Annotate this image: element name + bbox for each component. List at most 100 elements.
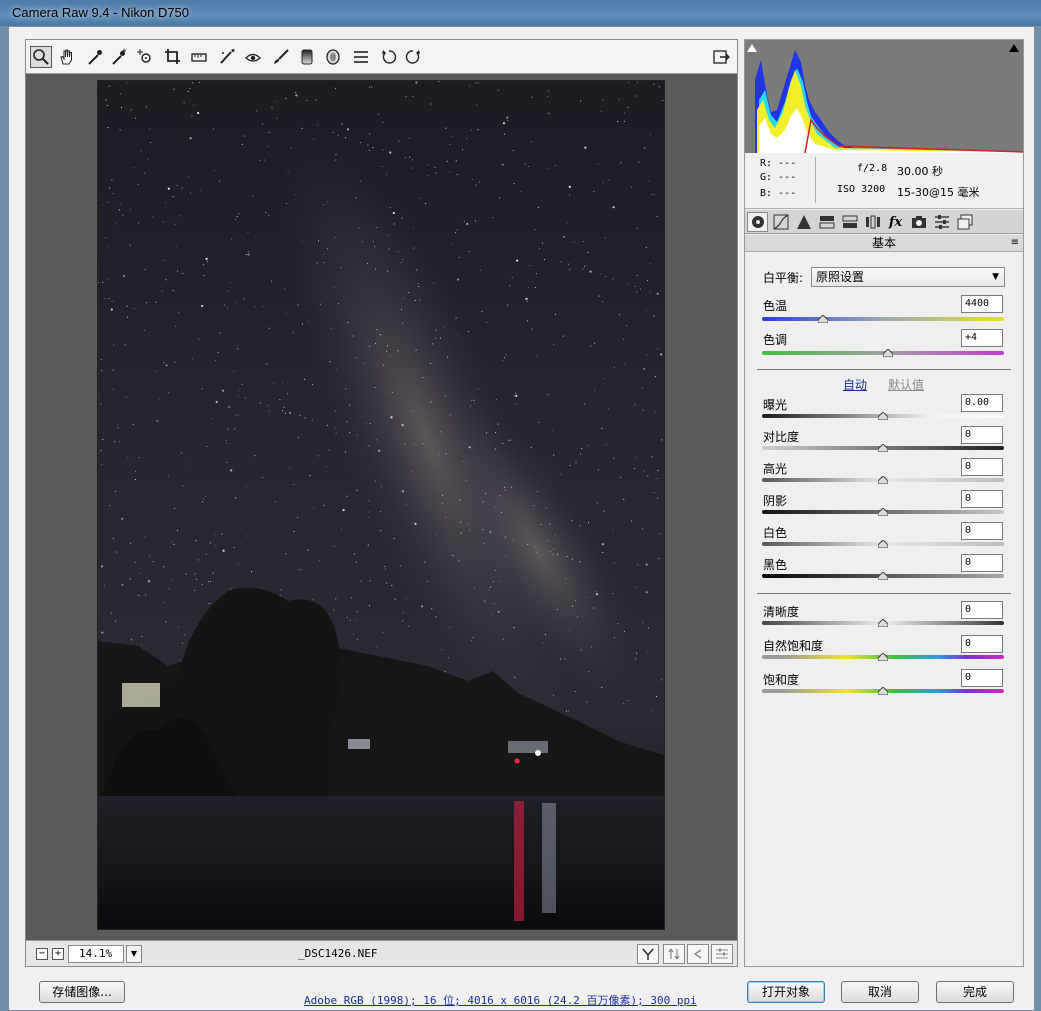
snapshots-icon[interactable] [954, 212, 975, 232]
rotate-cw-icon[interactable] [402, 46, 424, 68]
camera-calibration-icon[interactable] [908, 212, 929, 232]
open-fullscreen-icon[interactable] [710, 46, 732, 68]
white-balance-tool-icon[interactable] [84, 46, 106, 68]
zoom-dropdown[interactable]: ▼ [126, 945, 142, 963]
workflow-options-link[interactable]: Adobe RGB (1998); 16 位; 4016 x 6016 (24.… [304, 992, 697, 1008]
window-title: Camera Raw 9.4 - Nikon D750 [12, 5, 190, 20]
toggle-settings-icon[interactable] [711, 944, 733, 964]
slider-label: 饱和度 [763, 673, 800, 687]
hand-tool-icon[interactable] [56, 46, 78, 68]
save-image-button[interactable]: 存储图像... [39, 981, 125, 1003]
effects-icon[interactable]: fx [885, 212, 906, 232]
detail-icon[interactable] [793, 212, 814, 232]
radial-filter-icon[interactable] [322, 46, 344, 68]
slider-value-field[interactable]: 0 [961, 635, 1003, 653]
histogram [745, 40, 1024, 154]
slider-thumb[interactable] [878, 444, 888, 452]
rotate-ccw-icon[interactable] [378, 46, 400, 68]
chevron-down-icon: ▼ [992, 272, 999, 282]
hsl-icon[interactable] [816, 212, 837, 232]
preferences-icon[interactable] [350, 46, 372, 68]
cancel-button[interactable]: 取消 [841, 981, 919, 1003]
panel-menu-icon[interactable]: ≡ [1011, 235, 1019, 251]
white-balance-value: 原照设置 [816, 270, 865, 284]
file-name: _DSC1426.NEF [298, 947, 378, 960]
color-sampler-tool-icon[interactable] [108, 46, 130, 68]
temperature-slider-track[interactable] [762, 317, 1004, 321]
tint-slider-thumb[interactable] [882, 349, 893, 357]
zoom-level-field[interactable]: 14.1% [68, 945, 124, 963]
slider-value-field[interactable]: 0 [961, 426, 1003, 444]
iso: ISO 3200 [837, 184, 886, 195]
slider-label: 自然饱和度 [763, 639, 824, 653]
slider-thumb[interactable] [878, 412, 888, 420]
camera-raw-window: − + 14.1% ▼ _DSC1426.NEF R: --- G: --- B… [8, 26, 1035, 1011]
camera-info: R: --- G: --- B: --- f/2.8 30.00 秒 ISO 3… [745, 153, 1023, 209]
adjustments-pane: R: --- G: --- B: --- f/2.8 30.00 秒 ISO 3… [744, 39, 1024, 967]
default-link[interactable]: 默认值 [888, 376, 924, 393]
slider-thumb[interactable] [878, 653, 888, 661]
crop-tool-icon[interactable] [162, 46, 184, 68]
toolbar [26, 40, 737, 74]
slider-thumb[interactable] [878, 687, 888, 695]
slider-value-field[interactable]: 0 [961, 554, 1003, 572]
spot-removal-tool-icon[interactable] [216, 46, 238, 68]
milky-way-photo [97, 80, 665, 930]
slider-thumb[interactable] [878, 572, 888, 580]
presets-icon[interactable] [931, 212, 952, 232]
blue-readout: B: --- [760, 188, 797, 199]
divider [757, 369, 1011, 370]
basic-icon[interactable] [747, 212, 768, 232]
aperture: f/2.8 [857, 163, 888, 174]
adjustment-brush-icon[interactable] [270, 46, 292, 68]
slider-label: 曝光 [763, 398, 788, 412]
red-readout: R: --- [760, 158, 797, 169]
zoom-in-button[interactable]: + [52, 948, 64, 960]
split-toning-icon[interactable] [839, 212, 860, 232]
auto-link[interactable]: 自动 [843, 376, 867, 393]
done-button[interactable]: 完成 [936, 981, 1014, 1003]
panel-title: 基本 [871, 236, 896, 250]
slider-thumb[interactable] [878, 540, 888, 548]
slider-thumb[interactable] [878, 476, 888, 484]
slider-value-field[interactable]: 0 [961, 490, 1003, 508]
slider-value-field[interactable]: 0.00 [961, 394, 1003, 412]
tint-field[interactable]: +4 [961, 329, 1003, 347]
y-compare-icon[interactable] [637, 944, 659, 964]
slider-thumb[interactable] [878, 619, 888, 627]
slider-value-field[interactable]: 0 [961, 669, 1003, 687]
lens-corrections-icon[interactable] [862, 212, 883, 232]
straighten-tool-icon[interactable] [188, 46, 210, 68]
white-balance-select[interactable]: 原照设置 ▼ [811, 267, 1005, 287]
temperature-slider-thumb[interactable] [817, 315, 828, 323]
copy-settings-icon[interactable] [687, 944, 709, 964]
slider-thumb[interactable] [878, 508, 888, 516]
image-preview-pane: − + 14.1% ▼ _DSC1426.NEF [25, 39, 738, 967]
title-bar: Camera Raw 9.4 - Nikon D750 [0, 0, 1041, 26]
red-eye-tool-icon[interactable] [242, 46, 264, 68]
status-bar: − + 14.1% ▼ _DSC1426.NEF [26, 940, 737, 966]
zoom-tool-icon[interactable] [30, 46, 52, 68]
panel-header: 基本 ≡ [745, 235, 1023, 252]
divider [757, 593, 1011, 594]
info-divider [815, 157, 816, 203]
slider-label: 阴影 [763, 494, 788, 508]
slider-label: 黑色 [763, 558, 788, 572]
shutter-speed: 30.00 秒 [897, 165, 943, 178]
white-balance-label: 白平衡: [763, 271, 804, 285]
tone-curve-icon[interactable] [770, 212, 791, 232]
zoom-out-button[interactable]: − [36, 948, 48, 960]
graduated-filter-icon[interactable] [296, 46, 318, 68]
slider-value-field[interactable]: 0 [961, 522, 1003, 540]
targeted-adjustment-tool-icon[interactable] [134, 46, 156, 68]
lens-info: 15-30@15 毫米 [897, 186, 980, 199]
open-object-button[interactable]: 打开对象 [747, 981, 825, 1003]
slider-label: 白色 [763, 526, 788, 540]
slider-label: 对比度 [763, 430, 800, 444]
slider-value-field[interactable]: 0 [961, 458, 1003, 476]
temperature-label: 色温 [763, 299, 788, 313]
slider-value-field[interactable]: 0 [961, 601, 1003, 619]
panel-tabs: fx [745, 210, 1023, 234]
temperature-field[interactable]: 4400 [961, 295, 1003, 313]
swap-icon[interactable] [663, 944, 685, 964]
